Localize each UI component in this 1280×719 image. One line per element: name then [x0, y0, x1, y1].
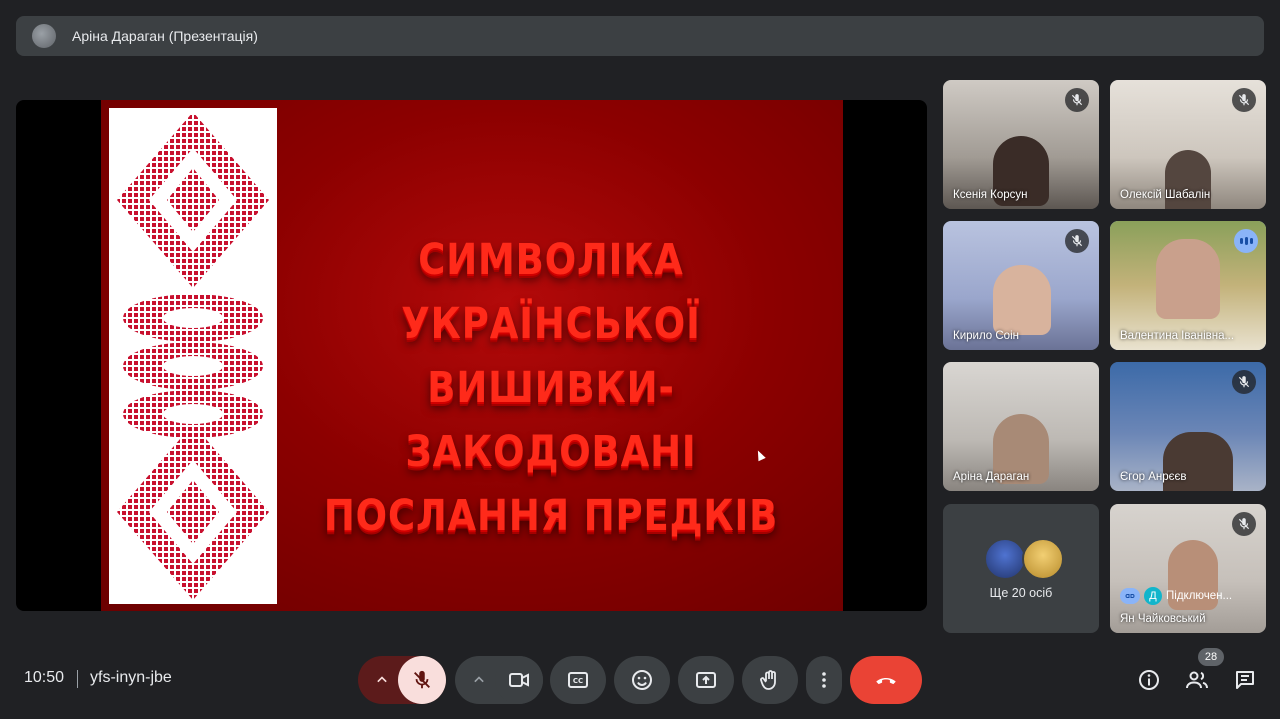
camera-options-button[interactable] [469, 670, 489, 695]
avatar [984, 538, 1026, 580]
mic-options-button[interactable] [372, 670, 392, 695]
participant-name: Ян Чайковський [1120, 613, 1206, 625]
captions-button[interactable]: CC [550, 656, 606, 704]
participant-name: Олексій Шабалін [1120, 189, 1211, 201]
people-button[interactable] [1185, 668, 1209, 692]
connecting-indicator: Д Підключен... [1120, 587, 1232, 605]
slide-title-line-3: ПОСЛАННЯ ПРЕДКІВ [323, 491, 779, 541]
end-call-button[interactable] [850, 656, 922, 704]
more-options-button[interactable] [806, 656, 842, 704]
meeting-code: yfs-inyn-jbe [90, 669, 172, 686]
speaking-indicator-icon [1234, 229, 1258, 253]
mic-toggle-button[interactable] [398, 656, 446, 704]
participant-name: Кирило Соін [953, 330, 1019, 342]
embroidery-ornament [109, 108, 277, 604]
slide-title-line-2: ВИШИВКИ- ЗАКОДОВАНІ [405, 363, 697, 477]
mic-off-icon [414, 670, 430, 689]
participant-tile-speaking[interactable]: Валентина Іванівна... [1110, 221, 1266, 350]
more-people-label: Ще 20 осіб [989, 586, 1053, 600]
divider [77, 670, 78, 688]
meeting-time: 10:50 [24, 669, 65, 686]
present-screen-button[interactable] [678, 656, 734, 704]
slide-title-line-1: СИМВОЛІКА УКРАЇНСЬКОЇ [401, 235, 701, 349]
call-end-icon [876, 677, 896, 685]
participant-tile[interactable]: Єгор Анрєєв [1110, 362, 1266, 491]
videocam-icon [509, 673, 529, 687]
participant-figure [1156, 239, 1220, 319]
connecting-avatar: Д [1144, 587, 1162, 605]
chat-button[interactable] [1233, 668, 1257, 692]
participant-tile[interactable]: Кирило Соін [943, 221, 1099, 350]
present-screen-icon [696, 672, 716, 688]
presenter-bar: Аріна Дараган (Презентація) [16, 16, 1264, 56]
presentation-stage[interactable]: СИМВОЛІКА УКРАЇНСЬКОЇ ВИШИВКИ- ЗАКОДОВАН… [16, 100, 927, 611]
participant-tile[interactable]: Аріна Дараган [943, 362, 1099, 491]
participant-name: Аріна Дараган [953, 471, 1030, 483]
avatar [1022, 538, 1064, 580]
slide-title: СИМВОЛІКА УКРАЇНСЬКОЇ ВИШИВКИ- ЗАКОДОВАН… [319, 228, 783, 548]
participant-tile[interactable]: Олексій Шабалін [1110, 80, 1266, 209]
meeting-details-button[interactable] [1137, 668, 1161, 692]
mic-off-icon [1232, 370, 1256, 394]
mic-control-group [358, 656, 446, 704]
closed-caption-icon: CC [568, 672, 588, 688]
presenter-avatar [32, 24, 56, 48]
presentation-slide: СИМВОЛІКА УКРАЇНСЬКОЇ ВИШИВКИ- ЗАКОДОВАН… [101, 100, 843, 611]
chevron-up-icon [474, 676, 484, 683]
participant-name: Єгор Анрєєв [1120, 471, 1187, 483]
chat-icon [1236, 671, 1254, 689]
raise-hand-icon [760, 670, 776, 690]
participant-name: Ксенія Корсун [953, 189, 1028, 201]
more-people-tile[interactable]: Ще 20 осіб [943, 504, 1099, 633]
more-people-avatars [984, 538, 1064, 580]
camera-control-group [455, 656, 543, 704]
people-count-badge: 28 [1198, 648, 1224, 666]
participant-tile[interactable]: Д Підключен... Ян Чайковський [1110, 504, 1266, 633]
mic-off-icon [1232, 512, 1256, 536]
connecting-label: Підключен... [1166, 590, 1233, 602]
mic-off-icon [1232, 88, 1256, 112]
mic-off-icon [1065, 88, 1089, 112]
people-icon [1186, 671, 1208, 689]
link-icon [1120, 588, 1140, 604]
raise-hand-button[interactable] [742, 656, 798, 704]
chevron-up-icon [377, 676, 387, 683]
emoji-icon [632, 670, 652, 690]
mic-off-icon [1065, 229, 1089, 253]
svg-text:CC: CC [573, 677, 583, 685]
participant-figure [993, 265, 1051, 335]
emoji-reaction-button[interactable] [614, 656, 670, 704]
presenter-title: Аріна Дараган (Презентація) [72, 28, 258, 44]
camera-toggle-button[interactable] [495, 656, 543, 704]
participant-name: Валентина Іванівна... [1120, 330, 1235, 342]
participant-tile[interactable]: Ксенія Корсун [943, 80, 1099, 209]
embroidery-pattern [117, 112, 269, 600]
info-icon [1139, 670, 1159, 690]
more-vert-icon [822, 672, 826, 688]
